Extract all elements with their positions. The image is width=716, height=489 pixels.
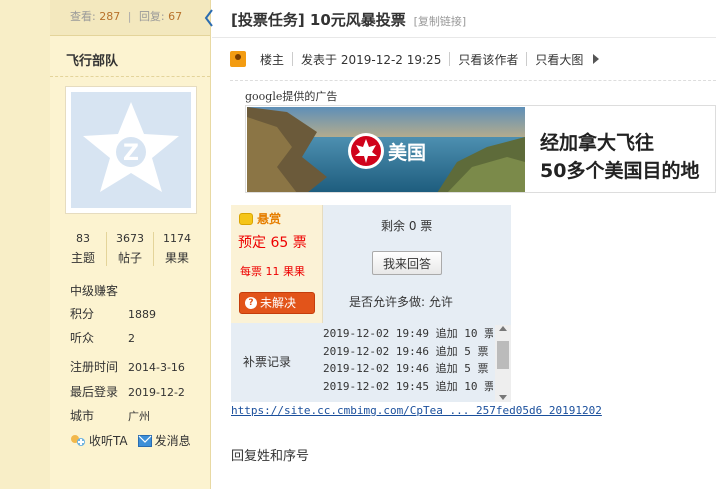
title-bar: [投票任务] 10元风暴投票 [复制链接] — [212, 0, 716, 38]
stat-label: 主题 — [70, 251, 95, 265]
scroll-down-icon[interactable] — [499, 395, 507, 400]
supplement-label: 补票记录 — [243, 355, 292, 369]
divider — [449, 52, 451, 66]
info-key: 听众 — [70, 331, 95, 345]
message-label: 发消息 — [154, 434, 191, 448]
stats-separator: | — [127, 10, 132, 23]
author-name[interactable]: 飞行部队 — [66, 50, 118, 69]
supplement-list[interactable]: 2019-12-02 19:49 追加 10 票 2019-12-02 19:4… — [323, 325, 493, 402]
poster-icon — [230, 51, 246, 67]
author-actions: 收听TA 发消息 — [70, 432, 191, 449]
ad-label: google提供的广告 — [245, 90, 338, 103]
scroll-thumb[interactable] — [497, 341, 509, 369]
replies-count: 67 — [168, 10, 183, 23]
svg-text:Z: Z — [123, 141, 139, 166]
bounty-amount: 预定 65 票 — [238, 235, 307, 251]
question-icon: ? — [245, 297, 257, 309]
stat-topics[interactable]: 83 主题 — [60, 232, 107, 266]
bounty-tag-label: 悬赏 — [257, 212, 282, 226]
ad-logo-text: 美国 — [388, 141, 426, 164]
divider — [526, 52, 528, 66]
stat-label: 帖子 — [117, 251, 142, 265]
list-item: 2019-12-02 19:49 追加 10 票 — [323, 327, 493, 340]
views-count: 287 — [99, 10, 121, 23]
stat-guoguo[interactable]: 1174 果果 — [154, 232, 200, 266]
bounty-tag: 悬赏 — [239, 210, 281, 227]
info-key: 城市 — [70, 409, 95, 423]
info-points: 积分 1889 — [70, 305, 156, 322]
info-value: 1889 — [128, 308, 156, 321]
thread-title: [投票任务] 10元风暴投票 — [231, 11, 406, 29]
stat-value: 3673 — [116, 232, 144, 245]
info-city: 城市 广州 — [70, 407, 150, 424]
coin-icon — [239, 212, 253, 225]
unsolved-button[interactable]: ? 未解决 — [239, 292, 315, 314]
bounty-panel: 悬赏 预定 65 票 每票 11 果果 ? 未解决 剩余 0 票 我来回答 是否… — [231, 205, 511, 402]
divider — [292, 52, 294, 66]
thread-stats-bar: 查看: 287 | 回复: 67 — [50, 0, 210, 36]
views-label: 查看: — [70, 10, 96, 23]
triangle-right-icon[interactable] — [593, 54, 600, 64]
stat-value: 83 — [76, 232, 90, 245]
post-body-text: 回复姓和序号 — [231, 449, 310, 464]
remaining-votes: 剩余 0 票 — [381, 219, 433, 233]
stat-value: 1174 — [163, 232, 191, 245]
list-item: 2019-12-02 19:46 追加 5 票 — [323, 344, 489, 358]
bounty-summary: 悬赏 预定 65 票 每票 11 果果 ? 未解决 — [231, 205, 323, 323]
info-value: 广州 — [128, 410, 150, 423]
info-key: 积分 — [70, 307, 95, 321]
attachment-link[interactable]: https://site.cc.cmbimg.com/CpTea ... 257… — [231, 404, 602, 417]
floor-label: 楼主 — [260, 52, 285, 67]
post-meta-bar: 楼主 发表于 2019-12-2 19:25 只看该作者 只看大图 — [230, 46, 716, 72]
post-main: [投票任务] 10元风暴投票 [复制链接] 楼主 发表于 2019-12-2 1… — [212, 0, 716, 489]
list-item: 2019-12-02 19:46 追加 5 票 — [323, 362, 489, 375]
list-item: 2019-12-02 19:45 追加 10 票 — [323, 379, 493, 393]
supplement-scrollbar[interactable] — [495, 325, 511, 402]
follow-button[interactable]: 收听TA — [70, 432, 128, 449]
info-last-login: 最后登录 2019-12-2 — [70, 383, 185, 400]
copy-link-button[interactable]: [复制链接] — [414, 15, 467, 28]
info-value: 2014-3-16 — [128, 361, 185, 374]
ad-box: google提供的广告 美国 经加拿大飞往 50多个美国目的地 — [245, 88, 716, 205]
avatar[interactable]: Z — [65, 86, 197, 214]
answer-button[interactable]: 我来回答 — [372, 251, 442, 275]
post-date: 发表于 2019-12-2 19:25 — [301, 52, 442, 67]
ad-headline-1: 经加拿大飞往 — [540, 132, 655, 154]
info-value: 2 — [128, 332, 135, 345]
info-listeners: 听众 2 — [70, 329, 135, 346]
follow-label: 收听TA — [89, 434, 128, 448]
user-rank[interactable]: 中级赚客 — [70, 282, 118, 299]
unsolved-label: 未解决 — [260, 296, 297, 310]
message-button[interactable]: 发消息 — [137, 432, 191, 449]
divider — [230, 80, 716, 81]
replies-label: 回复: — [138, 10, 165, 23]
big-image-link[interactable]: 只看大图 — [535, 51, 583, 68]
only-author-link[interactable]: 只看该作者 — [458, 51, 518, 68]
stat-label: 果果 — [164, 251, 189, 265]
info-key: 注册时间 — [70, 360, 119, 374]
ad-photo: 美国 — [247, 107, 525, 192]
default-avatar-icon: Z — [71, 92, 191, 208]
allow-multiple: 是否允许多做: 允许 — [349, 295, 453, 309]
bounty-per-vote: 每票 11 果果 — [240, 265, 305, 278]
envelope-icon — [137, 434, 152, 447]
info-register: 注册时间 2014-3-16 — [70, 358, 185, 375]
info-key: 最后登录 — [70, 385, 119, 399]
info-value: 2019-12-2 — [128, 386, 185, 399]
sidebar-stripe — [0, 0, 50, 489]
stat-posts[interactable]: 3673 帖子 — [107, 232, 154, 266]
divider — [50, 76, 210, 77]
ad-headline-2: 50多个美国目的地 — [540, 160, 700, 182]
scroll-up-icon[interactable] — [499, 326, 507, 331]
follow-icon — [71, 434, 85, 446]
author-stats: 83 主题 3673 帖子 1174 果果 — [60, 232, 200, 266]
ad-banner[interactable]: 美国 经加拿大飞往 50多个美国目的地 — [245, 105, 716, 193]
